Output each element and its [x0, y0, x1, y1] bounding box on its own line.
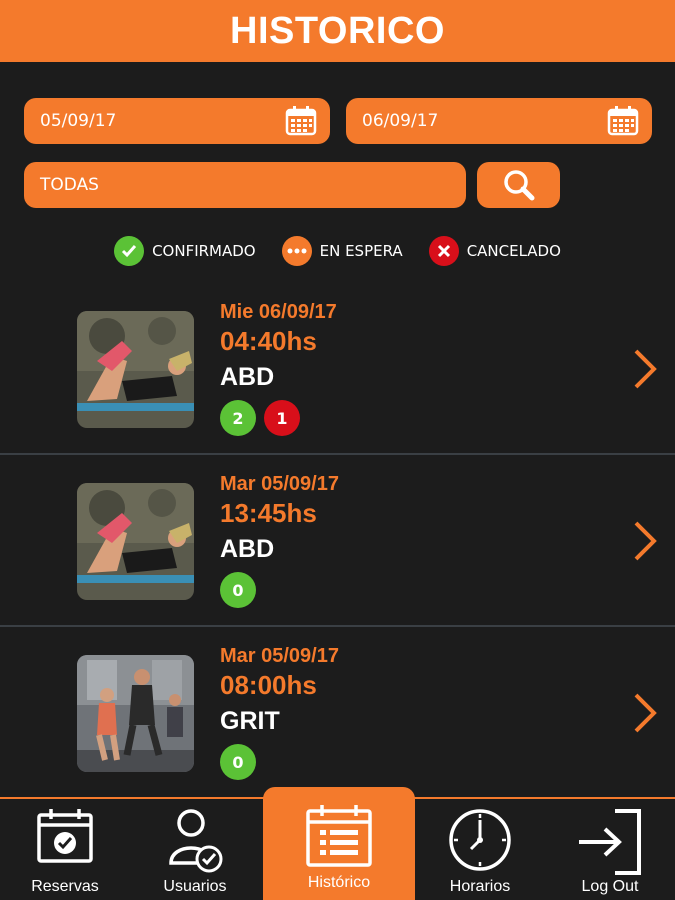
confirmed-count-badge: 0	[220, 744, 256, 780]
entry-info: Mar 05/09/17 13:45hs ABD 0	[220, 473, 339, 608]
history-entry[interactable]: Mie 06/09/17 04:40hs ABD 2 1	[0, 283, 675, 455]
calendar-check-icon	[37, 809, 93, 863]
legend-cancelled: CANCELADO	[428, 236, 561, 266]
entry-time: 13:45hs	[220, 498, 317, 528]
tab-historico[interactable]: Histórico	[263, 787, 415, 900]
entry-info: Mar 05/09/17 08:00hs GRIT 0	[220, 645, 339, 780]
page-title: HISTORICO	[230, 9, 445, 52]
clock-icon	[449, 809, 511, 871]
confirmed-count-badge: 0	[220, 572, 256, 608]
chevron-right-icon[interactable]	[632, 347, 658, 391]
tab-label: Histórico	[307, 874, 371, 891]
tab-logout[interactable]: Log Out	[545, 799, 675, 900]
search-icon	[503, 170, 534, 201]
entry-time: 04:40hs	[220, 326, 317, 356]
tab-label: Usuarios	[163, 878, 227, 895]
logout-icon	[579, 809, 641, 875]
tab-label: Reservas	[31, 878, 99, 895]
confirmed-count-badge: 2	[220, 400, 256, 436]
history-entry[interactable]: Mar 05/09/17 13:45hs ABD 0	[0, 455, 675, 627]
history-entry[interactable]: Mar 05/09/17 08:00hs GRIT 0	[0, 627, 675, 799]
abs-workout-photo	[77, 483, 194, 600]
tab-usuarios[interactable]: Usuarios	[130, 799, 260, 900]
entry-date: Mie 06/09/17	[220, 301, 337, 323]
bottom-tab-bar: Reservas Usuarios Histórico Horarios Log…	[0, 787, 675, 900]
tab-label: Horarios	[449, 878, 511, 895]
abs-workout-photo	[77, 311, 194, 428]
dots-icon	[281, 236, 312, 266]
app-header: HISTORICO	[0, 0, 675, 62]
status-legend: CONFIRMADO EN ESPERA CANCELADO	[0, 236, 675, 266]
date-to-field[interactable]: 06/09/17	[346, 98, 652, 144]
entry-class: GRIT	[220, 707, 280, 735]
entry-badges: 0	[220, 744, 339, 780]
cancelled-count-badge: 1	[264, 400, 300, 436]
tab-label: Log Out	[581, 878, 639, 895]
chevron-right-icon[interactable]	[632, 691, 658, 735]
group-training-photo	[77, 655, 194, 772]
user-check-icon	[169, 809, 223, 873]
x-icon	[428, 236, 459, 266]
entry-time: 08:00hs	[220, 670, 317, 700]
date-from-field[interactable]: 05/09/17	[24, 98, 330, 144]
entry-badges: 2 1	[220, 400, 337, 436]
entry-date: Mar 05/09/17	[220, 645, 339, 667]
list-calendar-icon	[306, 805, 372, 867]
search-button[interactable]	[477, 162, 560, 208]
entry-class: ABD	[220, 363, 275, 391]
chevron-right-icon[interactable]	[632, 519, 658, 563]
legend-confirmed: CONFIRMADO	[114, 236, 256, 266]
calendar-icon[interactable]	[284, 104, 318, 138]
entry-class: ABD	[220, 535, 275, 563]
legend-waiting: EN ESPERA	[281, 236, 403, 266]
legend-label: CONFIRMADO	[152, 242, 256, 260]
category-value: TODAS	[40, 175, 99, 195]
entry-badges: 0	[220, 572, 339, 608]
tab-reservas[interactable]: Reservas	[0, 799, 130, 900]
legend-label: EN ESPERA	[319, 242, 403, 260]
tab-horarios[interactable]: Horarios	[415, 799, 545, 900]
date-from-value: 05/09/17	[40, 111, 117, 131]
entry-date: Mar 05/09/17	[220, 473, 339, 495]
date-to-value: 06/09/17	[362, 111, 439, 131]
entry-info: Mie 06/09/17 04:40hs ABD 2 1	[220, 301, 337, 436]
calendar-icon[interactable]	[606, 104, 640, 138]
category-select[interactable]: TODAS	[24, 162, 466, 208]
legend-label: CANCELADO	[466, 242, 561, 260]
check-icon	[114, 236, 145, 266]
